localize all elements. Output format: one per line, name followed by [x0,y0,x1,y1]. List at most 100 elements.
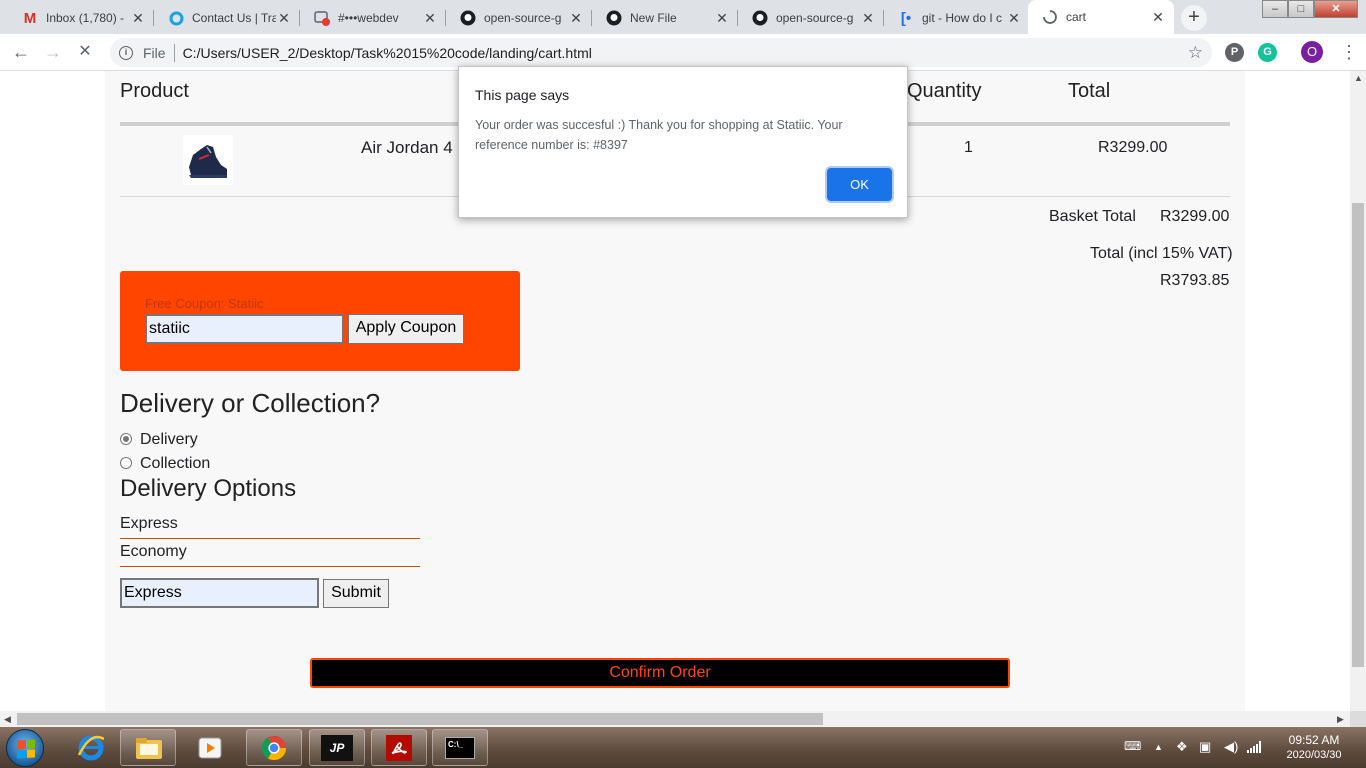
dialog-title: This page says [475,87,570,103]
total-header: Total [1068,80,1111,102]
quantity-header: Quantity [907,80,982,102]
stop-loading-button[interactable]: ✕ [73,40,97,64]
product-header: Product [120,80,189,102]
system-clock[interactable]: 09:52 AM 2020/03/30 [1274,733,1354,763]
tab-github-1[interactable]: open-source-g ✕ [446,2,592,34]
maximize-button[interactable]: □ [1288,0,1314,18]
close-window-button[interactable]: ✕ [1314,0,1358,18]
coupon-input[interactable]: statiic [145,314,344,344]
volume-icon[interactable]: ◀) [1224,739,1238,755]
tab-label: git - How do I c [922,11,1003,25]
tab-gmail[interactable]: M Inbox (1,780) - ✕ [8,2,154,34]
taskbar-chrome[interactable] [246,729,302,766]
scroll-right-icon[interactable]: ▶ [1337,714,1344,725]
dropbox-icon[interactable]: ❖ [1176,739,1188,755]
delivery-option-express[interactable]: Express [120,515,420,539]
vertical-scroll-thumb[interactable] [1352,203,1364,667]
tab-strip: M Inbox (1,780) - ✕ Contact Us | Tra ✕ #… [0,0,1366,34]
network-signal-icon[interactable] [1247,741,1261,756]
clock-date: 2020/03/30 [1286,749,1342,761]
start-button[interactable] [6,729,44,767]
taskbar-adobe-reader[interactable] [371,729,427,766]
close-tab-icon[interactable]: ✕ [1150,9,1166,26]
tab-label: Inbox (1,780) - [46,11,125,25]
vertical-scrollbar[interactable]: ▲ [1350,71,1366,711]
new-tab-button[interactable]: + [1181,5,1207,31]
vat-total-value: R3793.85 [1160,272,1230,289]
product-quantity: 1 [964,139,973,156]
apply-coupon-button[interactable]: Apply Coupon [348,314,464,344]
chrome-icon [260,734,288,762]
windows-logo-icon [17,739,35,759]
delivery-option-economy[interactable]: Economy [120,543,420,567]
windows-taskbar: JP C:\_ ⌨ ▲ ❖ ▣ ◀) 09:52 AM 2020/03/30 [0,727,1366,768]
vat-total-label: Total (incl 15% VAT) [1090,245,1233,262]
coupon-panel: Free Coupon: Statiic statiic Apply Coupo… [120,271,520,371]
coupon-hint: Free Coupon: Statiic [145,296,264,311]
internet-explorer-icon [76,734,104,762]
address-bar[interactable]: i File C:/Users/USER_2/Desktop/Task%2015… [110,38,1212,67]
submit-delivery-button[interactable]: Submit [323,579,389,608]
bookmark-star-icon[interactable]: ☆ [1188,43,1203,63]
pinterest-extension-icon[interactable]: P [1225,43,1244,62]
delivery-radio[interactable] [120,433,132,445]
dialog-ok-button[interactable]: OK [827,168,892,201]
basket-total-value: R3299.00 [1160,208,1230,225]
more-menu-icon[interactable]: ⋮ [1340,40,1358,64]
scroll-up-icon[interactable]: ▲ [1354,73,1363,83]
dialog-message: Your order was succesful :) Thank you fo… [475,118,843,152]
bracket-icon: [• [900,9,912,27]
grammarly-extension-icon[interactable]: G [1258,43,1277,62]
close-tab-icon[interactable]: ✕ [860,10,876,27]
tab-label: open-source-g [776,11,854,25]
tab-github-newfile[interactable]: New File ✕ [592,2,738,34]
collection-radio[interactable] [120,457,132,469]
taskbar-media-player[interactable] [182,729,238,766]
tab-label: New File [630,11,677,25]
info-icon[interactable]: i [119,45,133,60]
taskbar-command-prompt[interactable]: C:\_ [432,729,488,766]
close-tab-icon[interactable]: ✕ [130,10,146,27]
close-tab-icon[interactable]: ✕ [422,10,438,27]
horizontal-scroll-thumb[interactable] [17,713,823,725]
close-tab-icon[interactable]: ✕ [714,10,730,27]
basket-total-label: Basket Total [1049,208,1136,225]
close-tab-icon[interactable]: ✕ [276,10,292,27]
delivery-heading: Delivery or Collection? [120,388,381,418]
profile-avatar[interactable]: O [1301,41,1323,63]
back-button[interactable]: ← [9,40,33,64]
collection-radio-label: Collection [140,455,211,472]
device-icon[interactable]: ▣ [1199,739,1211,755]
confirm-order-button[interactable]: Confirm Order [310,658,1010,688]
keyboard-icon[interactable]: ⌨ [1124,739,1141,753]
minimize-button[interactable]: – [1262,0,1288,18]
tab-label: cart [1066,10,1087,24]
show-hidden-icons-icon[interactable]: ▲ [1154,742,1163,752]
close-tab-icon[interactable]: ✕ [568,10,584,27]
alert-dialog: This page says Your order was succesful … [458,66,908,218]
window-controls: – □ ✕ [1262,0,1358,18]
clock-time: 09:52 AM [1288,733,1340,747]
tab-stackoverflow[interactable]: [• git - How do I c ✕ [884,2,1030,34]
taskbar-file-explorer[interactable] [120,729,176,766]
tab-contact[interactable]: Contact Us | Tra ✕ [154,2,300,34]
product-name: Air Jordan 4 [361,138,453,157]
delivery-options-heading: Delivery Options [120,475,297,502]
tab-github-2[interactable]: open-source-g ✕ [738,2,884,34]
circle-icon [168,10,184,26]
tab-label: Contact Us | Tra [192,11,276,25]
github-icon [460,10,476,26]
taskbar-jp-markets[interactable]: JP [309,729,365,766]
address-scheme: File [143,44,166,61]
scroll-left-icon[interactable]: ◀ [4,714,11,725]
forward-button[interactable]: → [41,40,65,64]
address-url[interactable]: C:/Users/USER_2/Desktop/Task%2015%20code… [183,45,592,61]
tab-label: #•••webdev [338,11,399,25]
taskbar-internet-explorer[interactable] [62,729,118,766]
horizontal-scrollbar[interactable]: ◀ ▶ [0,711,1350,727]
delivery-option-input[interactable]: Express [120,578,319,608]
tab-cart[interactable]: cart ✕ [1028,0,1174,34]
tab-webdev[interactable]: #•••webdev ✕ [300,2,446,34]
screencast-icon [314,10,330,26]
close-tab-icon[interactable]: ✕ [1006,10,1022,27]
